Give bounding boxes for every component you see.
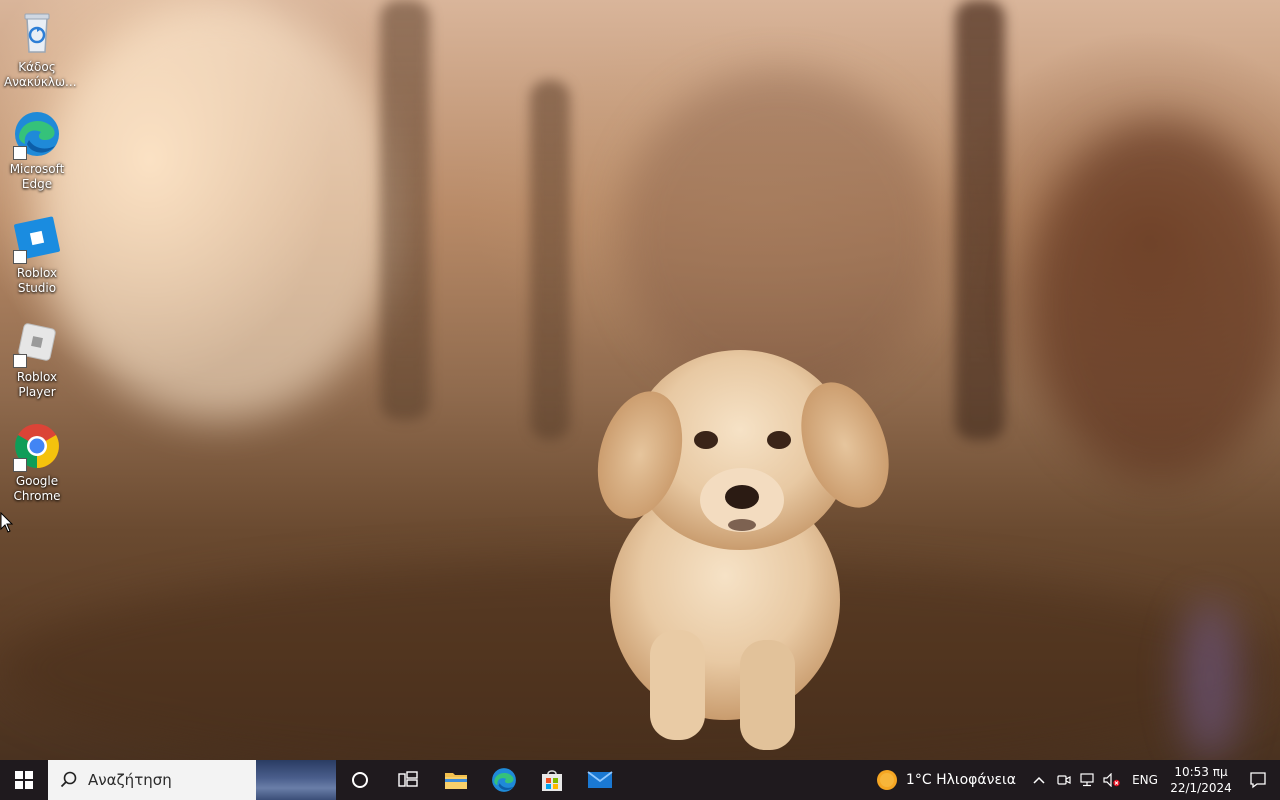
network-disconnected-icon [1080,773,1094,787]
recycle-bin-label: Κάδος Ανακύκλω... [4,60,77,89]
action-center-button[interactable] [1236,760,1280,800]
start-button[interactable] [0,760,48,800]
chevron-up-icon [1033,776,1045,784]
lens-flare [1180,600,1240,760]
desktop-icon-microsoft-edge[interactable]: Microsoft Edge [4,110,70,192]
taskbar-app-mail[interactable] [576,760,624,800]
task-view-button[interactable] [384,760,432,800]
chrome-icon [13,422,61,472]
task-view-icon [398,771,418,787]
cortana-circle-icon [352,772,368,788]
weather-temperature: 1°C [905,772,932,788]
edge-icon [492,768,516,792]
taskbar-app-microsoft-store[interactable] [528,760,576,800]
mail-icon [587,771,613,788]
roblox-studio-label: Roblox Studio [16,266,58,295]
taskbar-app-file-explorer[interactable] [432,760,480,800]
search-input[interactable]: Αναζήτηση [48,760,336,800]
action-center-icon [1250,772,1266,789]
language-label: ENG [1132,773,1158,787]
background-house [620,70,940,400]
taskbar: Αναζήτηση 1°C Ηλιοφάνεια ENG 10:53 πμ 22… [0,760,1280,800]
network-button[interactable] [1076,760,1100,800]
background-foliage [1030,120,1280,480]
background-tree-trunk [380,0,430,420]
mouse-cursor-icon [0,512,14,533]
background-tree-trunk [955,0,1005,440]
clock[interactable]: 10:53 πμ 22/1/2024 [1166,760,1236,800]
cortana-button[interactable] [336,760,384,800]
shortcut-arrow-icon [13,146,27,160]
chrome-label: Google Chrome [13,474,61,503]
roblox-player-icon [13,318,61,368]
ground-leaves [0,560,1280,760]
shortcut-arrow-icon [13,250,27,264]
desktop-icon-google-chrome[interactable]: Google Chrome [4,422,70,504]
desktop[interactable]: Κάδος Ανακύκλω... Microsoft Edge Roblox … [0,0,1280,760]
windows-start-icon [15,771,33,789]
volume-muted-icon [1103,773,1120,787]
shortcut-arrow-icon [13,458,27,472]
store-icon [542,770,562,791]
weather-condition: Ηλιοφάνεια [936,772,1016,788]
search-placeholder: Αναζήτηση [88,771,172,789]
meet-now-button[interactable] [1052,760,1076,800]
search-icon [60,771,77,788]
roblox-player-label: Roblox Player [16,370,58,399]
clock-date: 22/1/2024 [1170,781,1232,795]
sun-icon [876,770,897,790]
folder-icon [445,773,467,789]
taskbar-app-microsoft-edge[interactable] [480,760,528,800]
show-hidden-icons-button[interactable] [1026,760,1052,800]
edge-icon [13,110,61,160]
desktop-icon-roblox-studio[interactable]: Roblox Studio [4,214,70,296]
system-tray: 1°C Ηλιοφάνεια ENG 10:53 πμ 22/1/2024 [870,760,1280,800]
search-highlight-image [256,760,336,800]
clock-time: 10:53 πμ [1174,765,1228,779]
sun-glare [40,0,400,420]
shortcut-arrow-icon [13,354,27,368]
background-tree-trunk [530,80,570,440]
weather-widget[interactable]: 1°C Ηλιοφάνεια [870,760,1026,800]
desktop-icon-recycle-bin[interactable]: Κάδος Ανακύκλω... [4,8,77,90]
recycle-bin-icon [13,8,61,56]
weather-text: 1°C Ηλιοφάνεια [906,772,1016,788]
desktop-icon-roblox-player[interactable]: Roblox Player [4,318,70,400]
edge-label: Microsoft Edge [9,162,65,191]
roblox-studio-icon [13,214,61,264]
meet-now-icon [1057,775,1071,785]
language-indicator[interactable]: ENG [1124,760,1166,800]
volume-button[interactable] [1100,760,1124,800]
